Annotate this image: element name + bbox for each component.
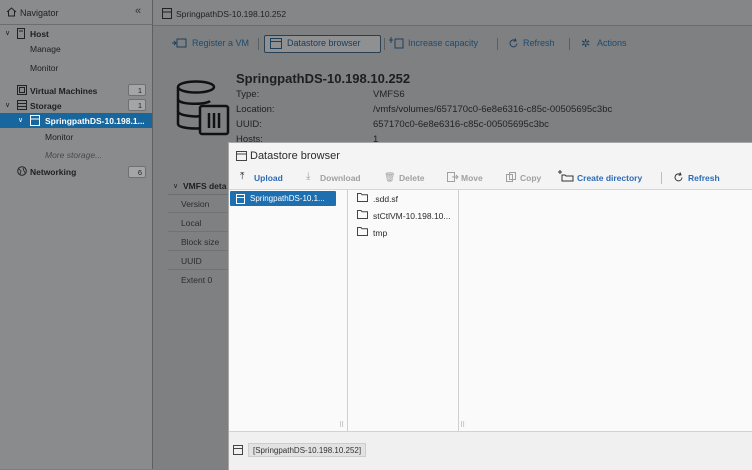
navigator-header: Navigator « <box>0 0 152 25</box>
register-vm-button[interactable]: Register a VM <box>192 38 249 48</box>
vm-count-badge: 1 <box>128 84 146 96</box>
nav-host-manage[interactable]: Manage <box>30 44 61 54</box>
datastore-icon <box>233 445 243 455</box>
register-vm-icon <box>172 37 188 49</box>
nav-networking[interactable]: Networking <box>30 167 76 177</box>
vmfs-details-header[interactable]: VMFS deta <box>183 181 226 191</box>
increase-capacity-button[interactable]: Increase capacity <box>408 38 478 48</box>
toolbar-divider <box>258 38 259 50</box>
refresh-button[interactable]: Refresh <box>523 38 555 48</box>
toolbar-divider <box>384 38 385 50</box>
chevron-down-icon[interactable]: ∨ <box>173 182 178 190</box>
datastore-column <box>229 189 348 432</box>
toolbar-divider <box>569 38 570 50</box>
dialog-title: Datastore browser <box>250 150 340 162</box>
actions-button[interactable]: Actions <box>597 38 627 48</box>
create-directory-button[interactable]: Create directory <box>577 173 642 183</box>
type-value: VMFS6 <box>373 89 405 100</box>
host-icon <box>17 28 25 39</box>
uuid-value: 657170c0-6e8e6316-c85c-00505695c3bc <box>373 119 549 130</box>
chevron-down-icon[interactable]: ∨ <box>18 116 23 124</box>
refresh-icon <box>673 172 684 183</box>
folder-column <box>348 189 459 432</box>
vmfs-extent-label: Extent 0 <box>181 275 213 285</box>
move-icon <box>447 172 459 182</box>
page-title: SpringpathDS-10.198.10.252 <box>176 9 287 19</box>
datastore-list-label[interactable]: SpringpathDS-10.1... <box>250 194 325 203</box>
gear-icon: ✲ <box>581 38 591 50</box>
hosts-label: Hosts: <box>236 134 263 142</box>
vmfs-blocksize-label: Block size <box>181 237 220 247</box>
download-icon: ⤓ <box>306 171 311 182</box>
folder-icon <box>357 210 368 219</box>
home-icon[interactable] <box>6 7 17 17</box>
nav-ds-monitor[interactable]: Monitor <box>45 132 73 142</box>
divider <box>168 231 228 232</box>
navigator-panel <box>0 0 153 469</box>
chevron-down-icon[interactable]: ∨ <box>5 29 10 37</box>
resize-handle[interactable]: ⠿ <box>339 421 344 429</box>
upload-button[interactable]: Upload <box>254 173 283 183</box>
location-label: Location: <box>236 104 275 115</box>
nav-storage[interactable]: Storage <box>30 101 62 111</box>
divider <box>168 250 228 251</box>
hosts-row: Hosts: 1 <box>230 133 630 142</box>
resize-handle[interactable]: ⠿ <box>460 421 465 429</box>
nav-host-monitor[interactable]: Monitor <box>30 63 58 73</box>
nav-datastore-label[interactable]: SpringpathDS-10.198.1... <box>45 116 145 126</box>
nav-virtual-machines[interactable]: Virtual Machines <box>30 86 97 96</box>
copy-button[interactable]: Copy <box>520 173 541 183</box>
current-path: [SpringpathDS-10.198.10.252] <box>248 443 367 457</box>
net-count-badge: 6 <box>128 166 146 178</box>
type-label: Type: <box>236 89 260 100</box>
collapse-icon[interactable]: « <box>135 5 141 17</box>
nav-host[interactable]: Host <box>30 29 49 39</box>
divider <box>168 269 228 270</box>
datastore-icon <box>236 194 245 204</box>
location-value: /vmfs/volumes/657170c0-6e8e6316-c85c-005… <box>373 104 613 115</box>
folder-icon <box>357 227 368 236</box>
divider <box>168 212 228 213</box>
nav-more-storage[interactable]: More storage... <box>45 150 102 160</box>
dialog-refresh-button[interactable]: Refresh <box>688 173 720 183</box>
navigator-title: Navigator <box>20 8 59 18</box>
move-button[interactable]: Move <box>461 173 483 183</box>
upload-icon: ⤒ <box>240 171 245 182</box>
list-item[interactable]: .sdd.sf <box>373 194 398 204</box>
vmfs-version-label: Version <box>181 199 210 209</box>
storage-count-badge: 1 <box>128 99 146 111</box>
create-directory-icon <box>558 170 574 182</box>
divider <box>168 194 228 195</box>
datastore-icon <box>30 115 40 126</box>
vmfs-local-label: Local <box>181 218 202 228</box>
delete-button[interactable]: Delete <box>399 173 425 183</box>
download-button[interactable]: Download <box>320 173 361 183</box>
list-item[interactable]: tmp <box>373 228 387 238</box>
trash-icon: 🗑 <box>384 172 396 182</box>
datastore-browser-label[interactable]: Datastore browser <box>287 38 361 48</box>
storage-icon <box>17 100 27 110</box>
toolbar-divider <box>497 38 498 50</box>
datastore-name: SpringpathDS-10.198.10.252 <box>236 71 411 86</box>
vmfs-uuid-label: UUID <box>181 256 202 266</box>
chevron-down-icon[interactable]: ∨ <box>5 101 10 109</box>
toolbar-divider <box>661 172 662 184</box>
network-icon <box>17 166 27 176</box>
copy-icon <box>506 172 517 182</box>
datastore-browser-icon <box>236 151 247 161</box>
virtual-machine-icon <box>17 85 27 95</box>
datastore-browser-icon <box>270 38 282 49</box>
list-item[interactable]: stCtlVM-10.198.10... <box>373 211 450 221</box>
refresh-icon <box>508 38 519 49</box>
increase-capacity-icon <box>389 37 405 49</box>
datastore-large-icon <box>176 80 230 136</box>
folder-icon <box>357 193 368 202</box>
hosts-value: 1 <box>373 134 379 142</box>
detail-column <box>459 189 752 432</box>
datastore-icon <box>162 8 172 19</box>
uuid-label: UUID: <box>236 119 262 130</box>
